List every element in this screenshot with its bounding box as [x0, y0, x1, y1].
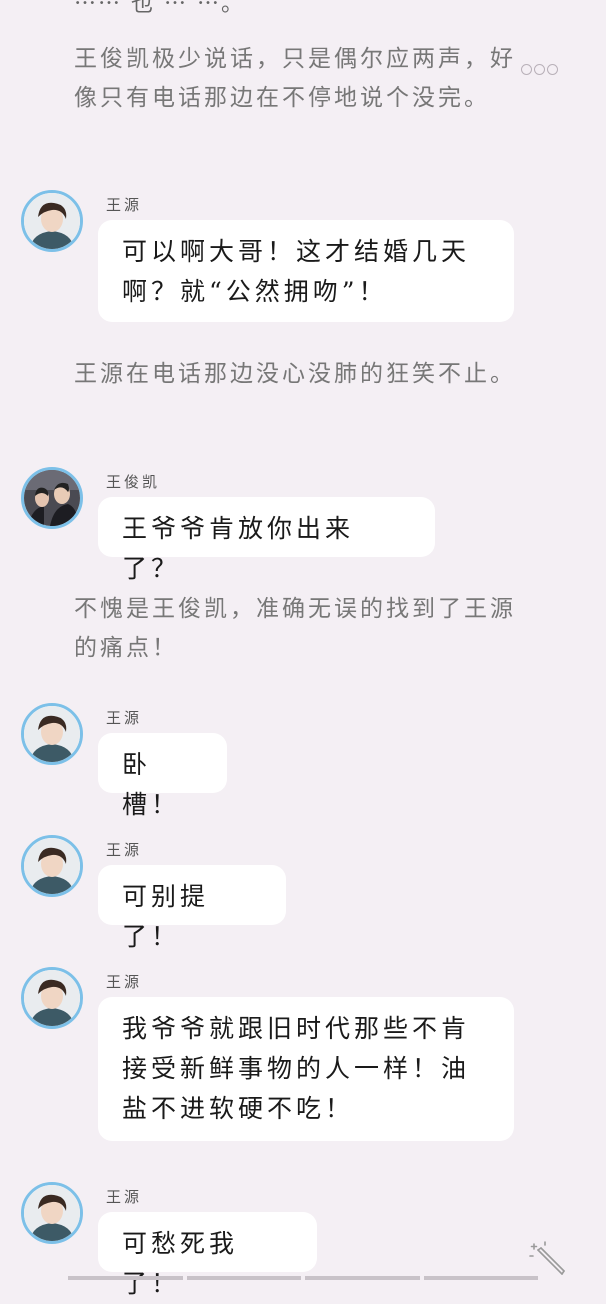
page-indicator-segment [68, 1276, 183, 1280]
more-dots-icon [547, 64, 558, 75]
speaker-name: 王源 [106, 196, 143, 214]
magic-wand-button[interactable] [528, 1240, 568, 1280]
narration-paragraph: 王源在电话那边没心没肺的狂笑不止。 [74, 361, 516, 387]
page-indicator [68, 1276, 538, 1280]
message-bubble: 卧槽！ [98, 733, 227, 819]
message-bubble: 可愁死我了！ [98, 1212, 317, 1298]
more-options-button[interactable] [521, 64, 558, 75]
page-indicator-segment [305, 1276, 420, 1280]
avatar[interactable] [21, 190, 83, 252]
avatar[interactable] [21, 1182, 83, 1244]
speaker-name: 王源 [106, 709, 143, 727]
avatar[interactable] [21, 703, 83, 765]
avatar[interactable] [21, 467, 83, 529]
message-bubble: 王爷爷肯放你出来了？ [98, 497, 435, 583]
speaker-name: 王源 [106, 973, 143, 991]
speaker-name: 王源 [106, 841, 143, 859]
narration-paragraph: 王俊凯极少说话，只是偶尔应两声，好像只有电话那边在不停地说个没完。 [74, 46, 516, 111]
avatar-wangyuan-icon [24, 838, 80, 894]
page-indicator-segment [186, 1276, 301, 1280]
speaker-name: 王俊凯 [106, 473, 161, 491]
narration-paragraph: 不愧是王俊凯，准确无误的找到了王源的痛点！ [74, 596, 516, 661]
avatar[interactable] [21, 967, 83, 1029]
more-dots-icon [521, 64, 532, 75]
story-reader: ⋯⋯ 也 ⋯ ⋯。 王俊凯极少说话，只是偶尔应两声，好像只有电话那边在不停地说个… [0, 0, 606, 1298]
avatar[interactable] [21, 835, 83, 897]
message-bubble: 我爷爷就跟旧时代那些不肯接受新鲜事物的人一样！油盐不进软硬不吃！ [98, 997, 514, 1141]
more-dots-icon [534, 64, 545, 75]
message-bubble: 可以啊大哥！这才结婚几天啊？就“公然拥吻”！ [98, 220, 514, 322]
avatar-wangyuan-icon [24, 970, 80, 1026]
avatar-wangyuan-icon [24, 706, 80, 762]
avatar-wangjunkai-icon [24, 470, 80, 526]
message-bubble: 可别提了！ [98, 865, 286, 951]
page-indicator-segment [423, 1276, 538, 1280]
magic-wand-icon [529, 1241, 565, 1275]
speaker-name: 王源 [106, 1188, 143, 1206]
avatar-wangyuan-icon [24, 1185, 80, 1241]
narration-partial: ⋯⋯ 也 ⋯ ⋯。 [74, 0, 245, 17]
avatar-wangyuan-icon [24, 193, 80, 249]
